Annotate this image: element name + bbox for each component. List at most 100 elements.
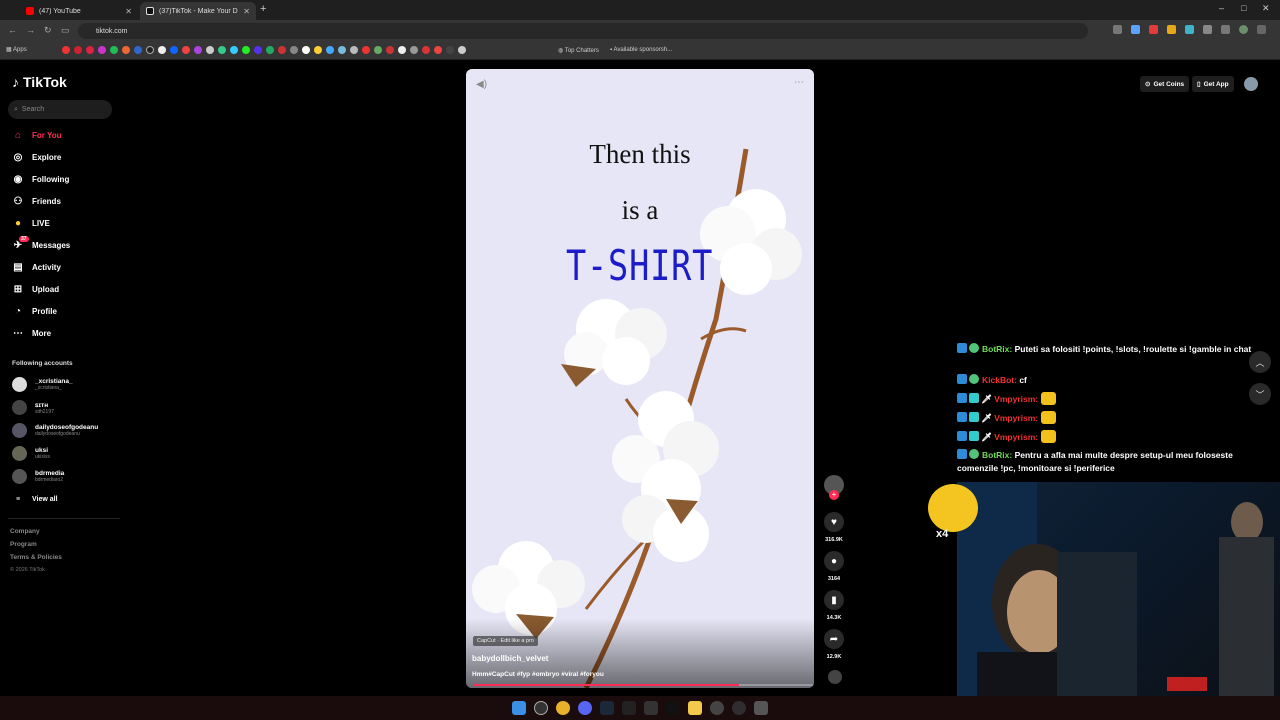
app-icon[interactable] (710, 701, 724, 715)
bookmark-icon[interactable] (338, 46, 346, 54)
bookmark-icon[interactable] (134, 46, 142, 54)
account-item[interactable]: dailydoseofgodeanu dailydoseofgodeanu (12, 423, 98, 438)
close-icon[interactable]: ✕ (125, 7, 132, 16)
maximize-icon[interactable]: □ (1241, 3, 1246, 13)
obs-icon[interactable] (732, 701, 746, 715)
bookmark-icon[interactable] (182, 46, 190, 54)
share-button[interactable]: ➦ 12.9K (822, 629, 846, 660)
comment-button[interactable]: ● 3164 (822, 551, 846, 582)
app-icon[interactable] (644, 701, 658, 715)
bookmark-icon[interactable] (230, 46, 238, 54)
video-hashtags[interactable]: Hmm#CapCut #fyp #ombryo #viral #foryou (472, 671, 604, 678)
user-avatar[interactable] (1244, 77, 1258, 91)
search-icon[interactable] (534, 701, 548, 715)
bookmark-icon[interactable] (122, 46, 130, 54)
bookmark-icon[interactable] (158, 46, 166, 54)
bookmark-icon[interactable] (86, 46, 94, 54)
bookmark-available[interactable]: ▪ Available sponsorsh... (610, 47, 672, 53)
bookmark-icon[interactable] (98, 46, 106, 54)
footer-terms[interactable]: Terms & Policies (10, 554, 62, 561)
tiktok-logo[interactable]: ♪ TikTok (12, 74, 67, 90)
follow-plus-icon[interactable]: + (829, 490, 839, 500)
bookmark-icon[interactable] (422, 46, 430, 54)
bookmark-icon[interactable] (350, 46, 358, 54)
close-window-icon[interactable]: ✕ (1262, 3, 1270, 14)
bookmark-icon[interactable] (314, 46, 322, 54)
music-disc-icon[interactable] (828, 670, 842, 684)
minimize-icon[interactable]: – (1219, 3, 1224, 13)
bookmark-icon[interactable] (254, 46, 262, 54)
video-player[interactable]: ◀) ⋯ Then this is a T-SHIRT CapCut · Edi… (466, 69, 814, 688)
profile-avatar-icon[interactable] (1239, 25, 1248, 34)
back-icon[interactable]: ← (8, 25, 17, 35)
extension-icon[interactable] (1149, 25, 1158, 34)
bookmark-icon[interactable] (170, 46, 178, 54)
bookmark-icon[interactable] (410, 46, 418, 54)
nav-activity[interactable]: ▤ Activity (12, 262, 61, 273)
bookmark-icon[interactable] (146, 46, 154, 54)
more-options-icon[interactable]: ⋯ (794, 77, 804, 88)
nav-upload[interactable]: ⊞ Upload (12, 284, 59, 295)
view-all-link[interactable]: ≡ View all (12, 496, 58, 503)
bookmark-icon[interactable] (74, 46, 82, 54)
account-item[interactable]: _xcristiana_ _xcristiana_ (12, 377, 73, 392)
extension-icon[interactable] (1167, 25, 1176, 34)
bookmark-icon[interactable] (326, 46, 334, 54)
bookmark-icon[interactable] (266, 46, 274, 54)
bookmark-icon[interactable] (242, 46, 250, 54)
bookmark-icon[interactable] (290, 46, 298, 54)
reload-icon[interactable]: ↻ (44, 25, 52, 36)
tab-tiktok[interactable]: (37)TikTok - Make Your Day ✕ (140, 2, 256, 20)
x-icon[interactable] (666, 701, 680, 715)
bookmark-icon[interactable] (110, 46, 118, 54)
nav-following[interactable]: ◉ Following (12, 174, 70, 185)
new-tab-button[interactable]: + (260, 3, 266, 15)
bookmark-icon[interactable] (62, 46, 70, 54)
app-icon[interactable] (754, 701, 768, 715)
account-item[interactable]: bdrmedia bdrmediaro2 (12, 469, 64, 484)
nav-explore[interactable]: ◎ Explore (12, 152, 62, 163)
bookmark-icon[interactable] (362, 46, 370, 54)
nav-messages[interactable]: ✈ 37 Messages (12, 236, 70, 251)
app-icon[interactable] (622, 701, 636, 715)
nav-profile[interactable]: ◔ Profile (12, 306, 57, 317)
bookmark-icon[interactable] (278, 46, 286, 54)
video-progress-bar[interactable] (474, 684, 814, 686)
get-coins-button[interactable]: ⊙ Get Coins (1140, 76, 1190, 92)
discord-icon[interactable] (578, 701, 592, 715)
save-button[interactable]: ▮ 14.3K (822, 590, 846, 621)
bookmark-icon[interactable] (194, 46, 202, 54)
bookmark-icon[interactable] (302, 46, 310, 54)
apps-bookmark[interactable]: ▦ Apps (6, 46, 27, 53)
bookmark-icon[interactable] (374, 46, 382, 54)
bookmark-icon[interactable] (398, 46, 406, 54)
steam-icon[interactable] (600, 701, 614, 715)
footer-company[interactable]: Company (10, 528, 40, 535)
cast-icon[interactable] (1113, 25, 1122, 34)
split-icon[interactable]: ▭ (61, 25, 70, 36)
chrome-icon[interactable] (556, 701, 570, 715)
account-item[interactable]: ꜱɪᴛʜ sith2197 (12, 400, 54, 415)
bookmark-icon[interactable] (218, 46, 226, 54)
close-icon[interactable]: ✕ (243, 7, 250, 16)
windows-start-icon[interactable] (512, 701, 526, 715)
bookmark-top-chatters[interactable]: ◍ Top Chatters (558, 47, 599, 54)
bookmark-icon[interactable] (434, 46, 442, 54)
search-input[interactable]: ⌕ Search (8, 100, 112, 119)
mute-icon[interactable]: ◀) (476, 79, 487, 90)
bookmark-icon[interactable] (386, 46, 394, 54)
video-author[interactable]: babydollbich_velvet (472, 654, 548, 663)
tab-youtube[interactable]: (47) YouTube ✕ (20, 2, 138, 20)
puzzle-icon[interactable] (1203, 25, 1212, 34)
nav-friends[interactable]: ⚇ Friends (12, 196, 61, 207)
bookmark-icon[interactable] (446, 46, 454, 54)
menu-icon[interactable] (1257, 25, 1266, 34)
get-app-button[interactable]: ▯ Get App (1192, 76, 1234, 92)
like-button[interactable]: ♥ 316.9K (822, 512, 846, 543)
star-icon[interactable] (1131, 25, 1140, 34)
capcut-badge[interactable]: CapCut · Edit like a pro (473, 636, 538, 646)
nav-for-you[interactable]: ⌂ For You (12, 130, 62, 141)
nav-more[interactable]: ⋯ More (12, 328, 51, 339)
bookmark-icon[interactable] (458, 46, 466, 54)
nav-live[interactable]: ● LIVE (12, 218, 50, 229)
